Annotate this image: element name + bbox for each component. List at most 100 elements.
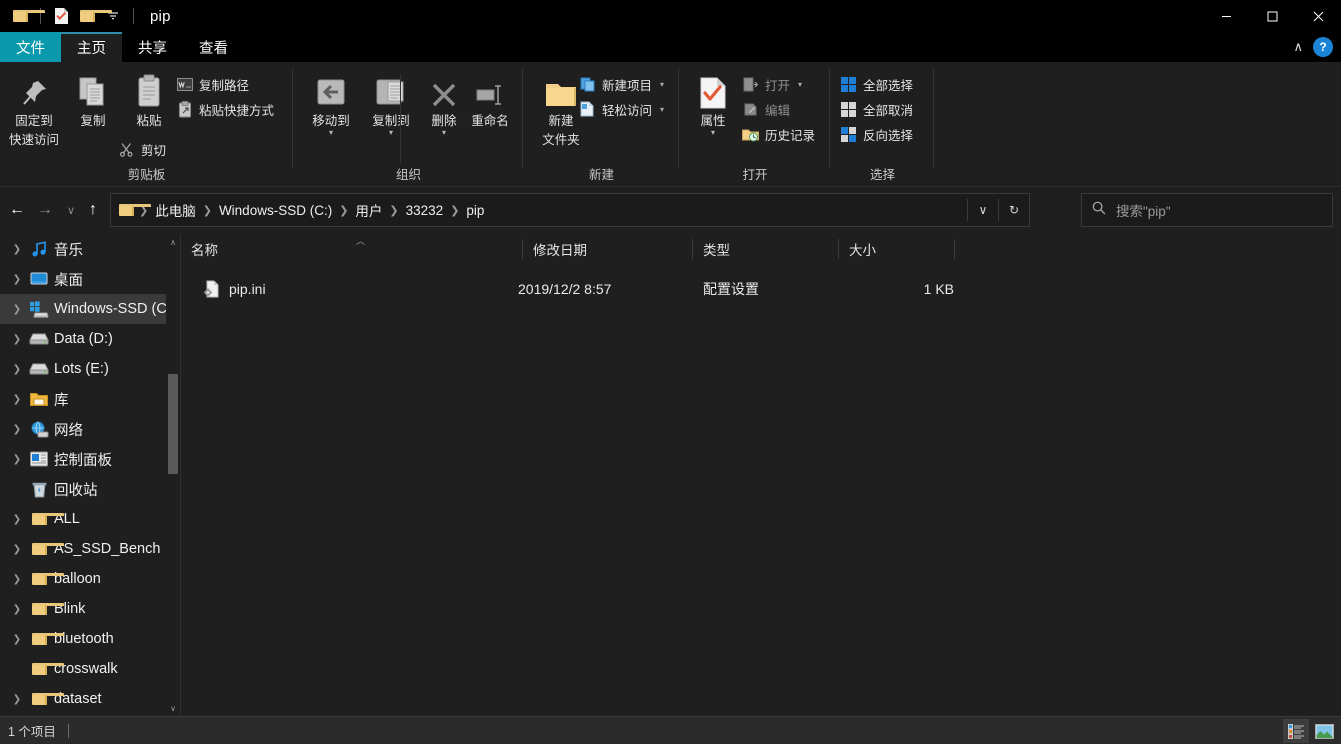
new-folder-icon[interactable] [75,4,112,28]
paste-button[interactable]: 粘贴 [118,66,180,129]
large-icons-view-button[interactable] [1311,719,1337,743]
new-item-button[interactable]: 新建项目 ▾ [579,72,664,96]
up-button[interactable]: ↑ [80,197,106,223]
open-button[interactable]: 打开 ▾ [742,72,802,96]
column-header-name[interactable]: 名称 [181,234,522,264]
chevron-down-icon[interactable] [101,4,125,28]
chevron-down-icon[interactable]: ▾ [413,129,475,137]
table-row[interactable]: pip.ini 2019/12/2 8:57 配置设置 1 KB [181,276,1341,302]
sidebar-item-bluetooth[interactable]: ❯ bluetooth [0,624,180,654]
sidebar-item-as-ssd-bench[interactable]: ❯ AS_SSD_Bench [0,534,180,564]
expand-chevron-icon[interactable]: ❯ [6,304,28,315]
pin-to-quick-access-button[interactable]: 固定到 快速访问 [3,66,65,148]
sidebar-item-balloon[interactable]: ❯ balloon [0,564,180,594]
breadcrumb-item-0[interactable]: 此电脑 [149,200,202,220]
edit-button[interactable]: 编辑 [742,97,790,121]
file-name-cell[interactable]: pip.ini [203,276,266,302]
rename-button[interactable]: 重命名 [459,66,521,129]
sidebar-item-all[interactable]: ❯ ALL [0,504,180,534]
breadcrumb-item-2[interactable]: 用户 [349,200,388,220]
tab-view[interactable]: 查看 [183,32,244,62]
sidebar-item-lots-e[interactable]: ❯ Lots (E:) [0,354,180,384]
maximize-button[interactable] [1249,0,1295,32]
sidebar-scrollbar[interactable]: ∧ ∨ [166,234,180,716]
expand-chevron-icon[interactable]: ❯ [6,424,28,435]
expand-chevron-icon[interactable]: ❯ [6,544,28,555]
column-divider[interactable] [954,239,955,259]
breadcrumb-item-3[interactable]: 33232 [400,203,450,218]
collapse-ribbon-icon[interactable]: ∧ [1293,39,1303,55]
scrollbar-thumb[interactable] [168,374,178,474]
tab-file[interactable]: 文件 [0,32,61,62]
breadcrumb-item-4[interactable]: pip [460,203,490,218]
open-label: 打开 [765,78,791,93]
copy-button[interactable]: 复制 [62,66,124,129]
back-button[interactable]: ← [4,197,30,223]
breadcrumb-separator[interactable]: ❯ [449,204,460,217]
details-view-button[interactable] [1283,719,1309,743]
expand-chevron-icon[interactable]: ❯ [6,634,28,645]
expand-chevron-icon[interactable]: ❯ [6,514,28,525]
sidebar-item-music[interactable]: ❯ 音乐 [0,234,180,264]
properties-icon[interactable] [49,4,73,28]
sidebar-item-data-d[interactable]: ❯ Data (D:) [0,324,180,354]
invert-selection-button[interactable]: 反向选择 [840,122,913,146]
search-box[interactable]: 搜索"pip" [1081,193,1333,227]
paste-shortcut-button[interactable]: 粘贴快捷方式 [176,97,274,121]
move-to-button[interactable]: 移动到 ▾ [300,66,362,137]
expand-chevron-icon[interactable]: ❯ [6,334,28,345]
easy-access-button[interactable]: 轻松访问 ▾ [579,97,664,121]
sidebar-item-network[interactable]: ❯ 网络 [0,414,180,444]
expand-chevron-icon[interactable]: ❯ [6,244,28,255]
select-all-button[interactable]: 全部选择 [840,72,913,96]
sidebar-item-crosswalk[interactable]: crosswalk [0,654,180,684]
sidebar-item-desktop[interactable]: ❯ 桌面 [0,264,180,294]
sidebar-item-libraries[interactable]: ❯ 库 [0,384,180,414]
scroll-up-icon[interactable]: ∧ [166,234,180,250]
sidebar-item-recycle-bin[interactable]: 回收站 [0,474,180,504]
window-controls [1203,0,1341,32]
expand-chevron-icon[interactable]: ❯ [6,574,28,585]
properties-button[interactable]: 属性 ▾ [682,66,744,137]
expand-chevron-icon[interactable]: ❯ [6,394,28,405]
minimize-button[interactable] [1203,0,1249,32]
column-header-modified[interactable]: 修改日期 [523,234,692,264]
tab-home[interactable]: 主页 [61,32,122,62]
ribbon-group-organize: 移动到 ▾ 复制到 ▾ 删除 ▾ 重命名 组织 [294,62,523,187]
sidebar-item-blink[interactable]: ❯ Blink [0,594,180,624]
address-dropdown-button[interactable]: ∨ [968,194,998,226]
folder-icon[interactable] [8,4,45,28]
breadcrumb-separator[interactable]: ❯ [202,204,213,217]
address-bar[interactable]: ❯ 此电脑 ❯ Windows-SSD (C:) ❯ 用户 ❯ 33232 ❯ … [110,193,1030,227]
chevron-down-icon[interactable]: ▾ [300,129,362,137]
refresh-button[interactable]: ↻ [999,194,1029,226]
chevron-down-icon[interactable]: ▾ [660,80,664,89]
breadcrumb-separator[interactable]: ❯ [338,204,349,217]
sidebar-item-label: 回收站 [54,482,98,499]
expand-chevron-icon[interactable]: ❯ [6,364,28,375]
close-button[interactable] [1295,0,1341,32]
breadcrumb-item-1[interactable]: Windows-SSD (C:) [213,203,338,218]
chevron-down-icon[interactable]: ▾ [682,129,744,137]
history-button[interactable]: 历史记录 [742,122,815,146]
help-button[interactable]: ? [1313,37,1333,57]
sidebar-item-dataset[interactable]: ❯ dataset [0,684,180,714]
cut-button[interactable]: 剪切 [118,137,166,161]
forward-button[interactable]: → [32,197,58,223]
chevron-down-icon[interactable]: ▾ [798,80,802,89]
column-header-type[interactable]: 类型 [693,234,838,264]
chevron-down-icon[interactable]: ▾ [660,105,664,114]
copy-path-button[interactable]: 复制路径 [176,72,249,96]
sidebar-item-control-panel[interactable]: ❯ 控制面板 [0,444,180,474]
expand-chevron-icon[interactable]: ❯ [6,694,28,705]
expand-chevron-icon[interactable]: ❯ [6,274,28,285]
breadcrumb-separator[interactable]: ❯ [388,204,399,217]
expand-chevron-icon[interactable]: ❯ [6,454,28,465]
select-none-button[interactable]: 全部取消 [840,97,913,121]
folder-icon [28,539,64,559]
expand-chevron-icon[interactable]: ❯ [6,604,28,615]
sidebar-item-windows-ssd[interactable]: ❯ Windows-SSD (C:) [0,294,180,324]
tab-share[interactable]: 共享 [122,32,183,62]
column-header-size[interactable]: 大小 [839,234,954,264]
scroll-down-icon[interactable]: ∨ [166,700,180,716]
